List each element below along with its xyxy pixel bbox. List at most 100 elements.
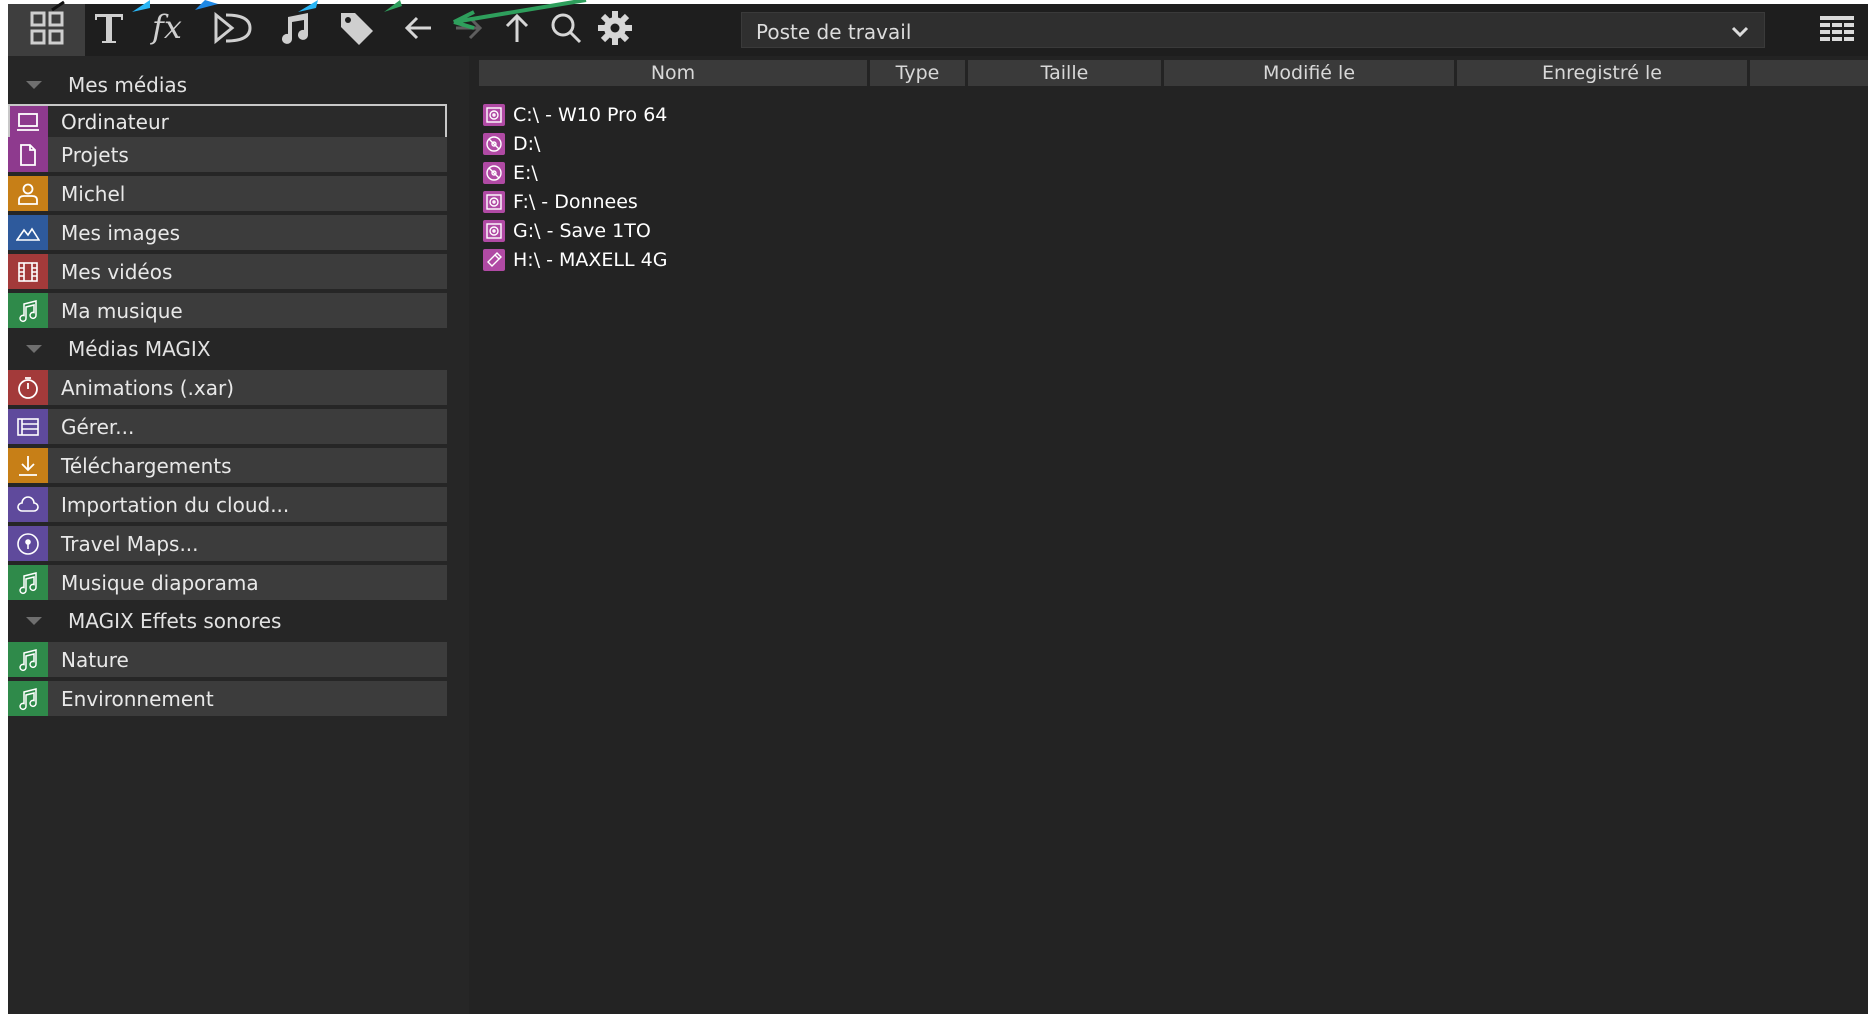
settings-button[interactable] [595,10,635,50]
sidebar-item-animations[interactable]: Animations (.xar) [8,370,447,405]
forward-arrow-icon [452,14,484,46]
optical-drive-icon [483,162,505,184]
file-row[interactable]: E:\ [483,160,538,186]
location-text: Poste de travail [756,20,912,44]
column-header-enregistre[interactable]: Enregistré le [1457,60,1747,86]
file-row[interactable]: G:\ - Save 1TO [483,218,651,244]
list-view-icon [1818,16,1856,50]
file-name: F:\ - Donnees [513,191,638,213]
file-name: D:\ [513,133,541,155]
map-pin-icon [8,526,48,561]
sidebar-item-label: Travel Maps... [61,531,199,556]
hard-drive-icon [483,220,505,242]
computer-icon [8,104,48,139]
sidebar-item-label: Nature [61,647,129,672]
sidebar: Mes médias Ordinateur Projets Michel Mes… [8,64,460,1014]
toolbar: fx Poste de travail [8,4,1868,56]
file-name: C:\ - W10 Pro 64 [513,104,668,126]
sidebar-item-projets[interactable]: Projets [8,137,447,172]
search-icon [549,11,583,49]
sidebar-item-gerer[interactable]: Gérer... [8,409,447,444]
music-note-icon [276,9,314,51]
user-icon [8,176,48,211]
sidebar-item-label: Animations (.xar) [61,375,235,400]
sidebar-item-label: Ordinateur [61,109,169,134]
download-icon [8,448,48,483]
grid-icon [29,10,65,50]
manage-icon [8,409,48,444]
file-name: H:\ - MAXELL 4G [513,249,668,271]
document-icon [8,137,48,172]
sidebar-item-mes-images[interactable]: Mes images [8,215,447,250]
sidebar-item-label: Mes vidéos [61,259,173,284]
up-arrow-icon [503,12,531,48]
file-row[interactable]: C:\ - W10 Pro 64 [483,102,667,128]
sidebar-item-musique-diaporama[interactable]: Musique diaporama [8,565,447,600]
location-dropdown[interactable]: Poste de travail [741,12,1765,48]
mountain-icon [8,215,48,250]
file-row[interactable]: F:\ - Donnees [483,189,638,215]
tag-icon [337,9,377,51]
cloud-icon [8,487,48,522]
transition-icon [212,9,254,51]
section-magix-effets-sonores[interactable]: MAGIX Effets sonores [8,602,447,640]
sidebar-item-label: Gérer... [61,414,135,439]
column-header-type[interactable]: Type [870,60,965,86]
up-button[interactable] [497,10,537,50]
sidebar-item-label: Musique diaporama [61,570,259,595]
file-list-panel: Nom Type Taille Modifié le Enregistré le… [469,56,1868,1014]
sidebar-item-ordinateur[interactable]: Ordinateur [8,104,447,139]
file-name: E:\ [513,162,538,184]
file-row[interactable]: D:\ [483,131,540,157]
sidebar-item-environnement[interactable]: Environnement [8,681,447,716]
optical-drive-icon [483,133,505,155]
film-icon [8,254,48,289]
view-toggle-button[interactable] [1818,14,1856,46]
gear-icon [597,10,633,50]
hard-drive-icon [483,104,505,126]
sidebar-item-label: Projets [61,142,129,167]
section-medias-magix[interactable]: Médias MAGIX [8,330,447,368]
timer-icon [8,370,48,405]
collapse-triangle-icon [26,617,42,625]
fx-icon: fx [150,8,192,51]
column-header-modifie[interactable]: Modifié le [1164,60,1454,86]
file-row[interactable]: H:\ - MAXELL 4G [483,247,667,273]
sidebar-item-mes-videos[interactable]: Mes vidéos [8,254,447,289]
text-icon [90,9,128,51]
tab-tags[interactable] [318,4,395,56]
collapse-triangle-icon [26,345,42,353]
column-header-extra [1750,60,1868,86]
media-browser-window: fx Poste de travail Mes médias Ordinateu… [8,4,1868,1014]
hard-drive-icon [483,191,505,213]
music-note-icon [8,565,48,600]
back-button[interactable] [399,10,439,50]
collapse-triangle-icon [26,81,42,89]
sidebar-item-label: Michel [61,181,126,206]
sidebar-item-label: Ma musique [61,298,183,323]
music-note-icon [8,293,48,328]
sidebar-item-michel[interactable]: Michel [8,176,447,211]
sidebar-item-importation-cloud[interactable]: Importation du cloud... [8,487,447,522]
sidebar-item-ma-musique[interactable]: Ma musique [8,293,447,328]
section-mes-medias[interactable]: Mes médias [8,66,447,104]
section-title: MAGIX Effets sonores [68,609,282,633]
sidebar-item-label: Mes images [61,220,181,245]
usb-drive-icon [483,249,505,271]
column-header-taille[interactable]: Taille [968,60,1161,86]
sidebar-item-label: Environnement [61,686,214,711]
sidebar-item-label: Importation du cloud... [61,492,290,517]
section-title: Médias MAGIX [68,337,211,361]
section-title: Mes médias [68,73,188,97]
sidebar-item-nature[interactable]: Nature [8,642,447,677]
search-button[interactable] [546,10,586,50]
file-name: G:\ - Save 1TO [513,220,651,242]
sidebar-item-telechargements[interactable]: Téléchargements [8,448,447,483]
sidebar-item-travel-maps[interactable]: Travel Maps... [8,526,447,561]
svg-text:fx: fx [150,9,182,46]
music-note-icon [8,642,48,677]
column-header-nom[interactable]: Nom [479,60,867,86]
sidebar-item-label: Téléchargements [61,453,232,478]
forward-button[interactable] [448,10,488,50]
chevron-down-icon [1730,21,1750,41]
